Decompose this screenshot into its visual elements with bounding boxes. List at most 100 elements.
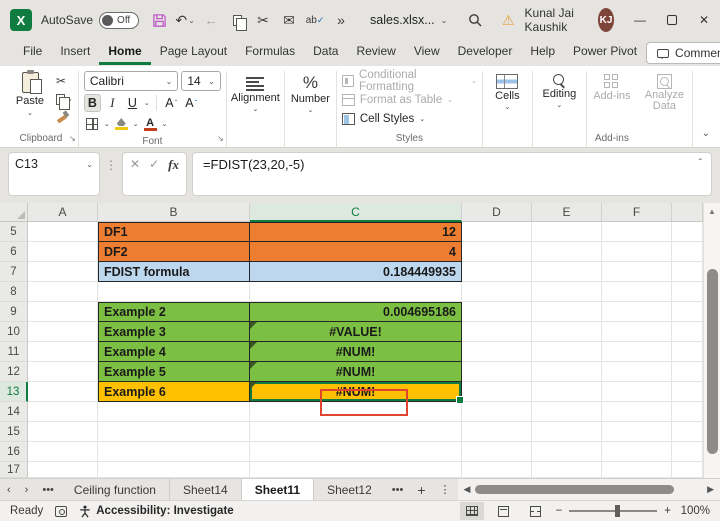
scroll-up-icon[interactable]: ▲ <box>708 203 716 219</box>
cell[interactable] <box>28 322 98 342</box>
cell[interactable] <box>532 382 602 402</box>
cell[interactable] <box>28 442 98 462</box>
cell[interactable] <box>462 222 532 242</box>
row-header[interactable]: 5 <box>0 222 28 242</box>
increase-font-button[interactable]: Aˆ <box>163 94 180 112</box>
cell[interactable] <box>250 422 462 442</box>
tab-formulas[interactable]: Formulas <box>236 41 304 65</box>
email-button[interactable]: ✉ <box>278 8 300 32</box>
cell[interactable] <box>602 222 672 242</box>
sheet-tab-ceiling-function[interactable]: Ceiling function <box>61 479 170 500</box>
cell[interactable] <box>532 422 602 442</box>
cell[interactable] <box>672 462 703 478</box>
drag-handle-icon[interactable]: ⋮ <box>105 152 117 172</box>
copy-button[interactable] <box>226 8 248 32</box>
cell-c7[interactable]: 0.184449935 <box>250 262 462 282</box>
cell[interactable] <box>462 362 532 382</box>
cell[interactable] <box>532 282 602 302</box>
cell-b13[interactable]: Example 6 <box>98 382 250 402</box>
font-color-button[interactable]: A <box>142 115 159 133</box>
row-header-selected[interactable]: 13 <box>0 382 28 402</box>
cell[interactable] <box>672 282 703 302</box>
more-commands-button[interactable]: » <box>330 8 352 32</box>
copy-button[interactable]: ⌄ <box>56 91 73 110</box>
column-header-a[interactable]: A <box>28 203 98 222</box>
cell[interactable] <box>28 382 98 402</box>
cell[interactable] <box>28 402 98 422</box>
cell[interactable] <box>602 442 672 462</box>
vertical-scrollbar[interactable]: ▲ <box>703 203 720 478</box>
comments-button[interactable]: Comments <box>646 42 720 64</box>
column-header-d[interactable]: D <box>462 203 532 222</box>
cell-b5[interactable]: DF1 <box>98 222 250 242</box>
macro-record-icon[interactable] <box>55 505 68 517</box>
cell[interactable] <box>250 442 462 462</box>
cell[interactable] <box>532 302 602 322</box>
cell[interactable] <box>602 462 672 478</box>
scroll-right-icon[interactable]: ▶ <box>707 484 714 495</box>
cell[interactable] <box>532 262 602 282</box>
dialog-launcher-icon[interactable]: ↘ <box>69 135 76 143</box>
cell[interactable] <box>250 282 462 302</box>
cell[interactable] <box>672 262 703 282</box>
font-size-combo[interactable]: 14 ⌄ <box>181 71 221 91</box>
tab-home[interactable]: Home <box>99 41 151 65</box>
row-header[interactable]: 9 <box>0 302 28 322</box>
cell[interactable] <box>28 282 98 302</box>
cell[interactable] <box>672 442 703 462</box>
excel-logo-icon[interactable]: X <box>10 9 32 31</box>
tab-file[interactable]: File <box>14 41 51 65</box>
format-as-table-button[interactable]: Format as Table ⌄ <box>341 91 477 108</box>
page-break-view-button[interactable] <box>524 502 548 520</box>
sheet-tab-sheet14[interactable]: Sheet14 <box>170 479 242 500</box>
cell[interactable] <box>672 242 703 262</box>
cut-button[interactable]: ✂ <box>252 8 274 32</box>
cancel-entry-button[interactable]: ✕ <box>130 157 140 171</box>
cells-button[interactable]: Cells ⌄ <box>495 71 520 111</box>
addins-button[interactable]: Add-ins <box>593 71 631 102</box>
cell-c5[interactable]: 12 <box>250 222 462 242</box>
tab-data[interactable]: Data <box>304 41 347 65</box>
tab-help[interactable]: Help <box>521 41 564 65</box>
cell-c11[interactable]: #NUM! <box>250 342 462 362</box>
cell[interactable] <box>602 262 672 282</box>
fill-color-button[interactable] <box>113 115 130 133</box>
scroll-left-icon[interactable]: ◀ <box>464 484 471 495</box>
cell[interactable] <box>532 322 602 342</box>
minimize-button[interactable]: — <box>624 0 656 40</box>
cell[interactable] <box>602 282 672 302</box>
editing-button[interactable]: Editing ⌄ <box>543 71 576 109</box>
cell[interactable] <box>672 222 703 242</box>
document-title[interactable]: sales.xlsx... ⌄ <box>370 13 447 27</box>
cell[interactable] <box>28 262 98 282</box>
zoom-in-button[interactable]: + <box>664 505 671 517</box>
cell[interactable] <box>462 442 532 462</box>
cell-b10[interactable]: Example 3 <box>98 322 250 342</box>
row-header[interactable]: 15 <box>0 422 28 442</box>
cell[interactable] <box>462 282 532 302</box>
name-box[interactable]: C13 ⌄ <box>8 152 100 196</box>
underline-button[interactable]: U <box>124 94 141 112</box>
row-header[interactable]: 8 <box>0 282 28 302</box>
decrease-font-button[interactable]: Aˇ <box>183 94 200 112</box>
cell[interactable] <box>602 402 672 422</box>
cell[interactable] <box>28 342 98 362</box>
cell[interactable] <box>462 262 532 282</box>
vertical-scroll-thumb[interactable] <box>707 269 718 454</box>
borders-button[interactable] <box>84 115 101 133</box>
autosave-control[interactable]: AutoSave Off <box>41 11 140 29</box>
row-header[interactable]: 7 <box>0 262 28 282</box>
cell[interactable] <box>602 342 672 362</box>
cell[interactable] <box>672 382 703 402</box>
column-header-f[interactable]: F <box>602 203 672 222</box>
horizontal-scrollbar[interactable]: ◀ ▶ <box>457 479 720 500</box>
cell[interactable] <box>532 222 602 242</box>
tab-insert[interactable]: Insert <box>51 41 99 65</box>
accessibility-status[interactable]: Accessibility: Investigate <box>79 505 234 518</box>
tab-review[interactable]: Review <box>347 41 404 65</box>
cell[interactable] <box>28 462 98 478</box>
cell-c9[interactable]: 0.004695186 <box>250 302 462 322</box>
cell[interactable] <box>532 242 602 262</box>
cell[interactable] <box>532 462 602 478</box>
search-button[interactable] <box>465 8 484 32</box>
